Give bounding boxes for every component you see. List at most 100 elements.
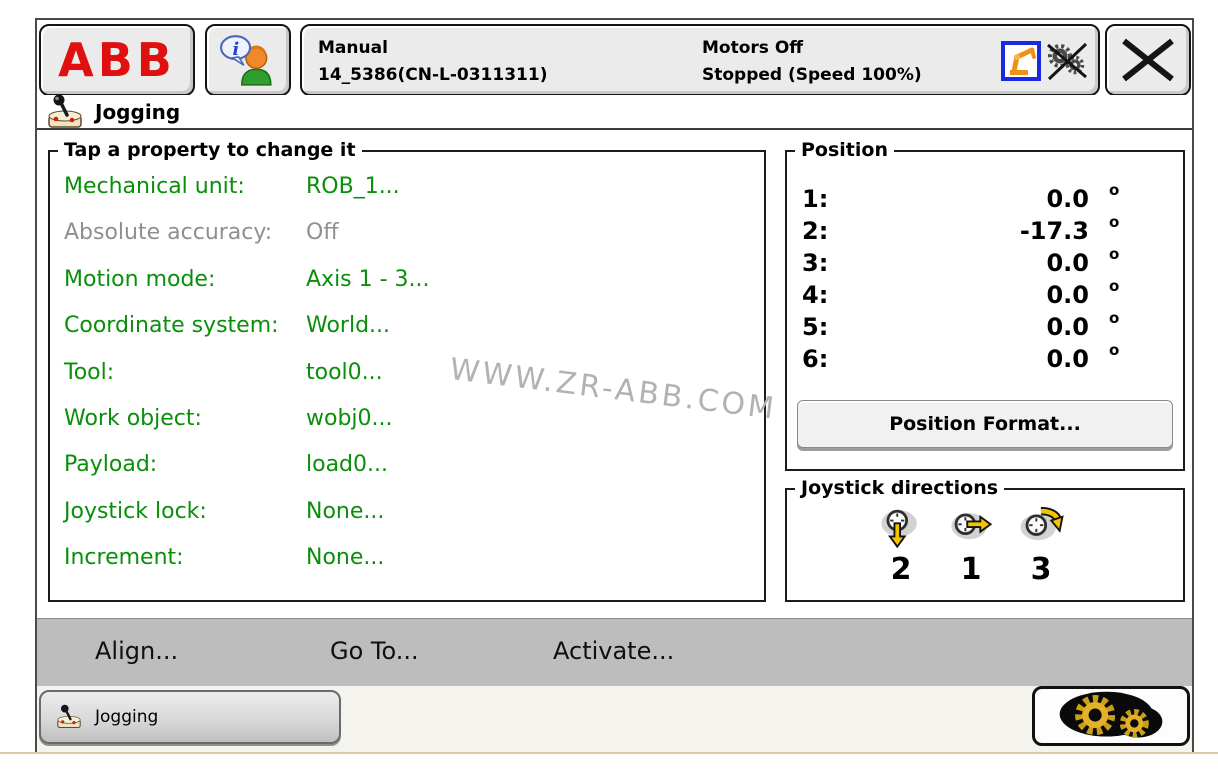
position-legend: Position (795, 139, 894, 161)
property-value: None... (306, 499, 384, 524)
axis-row-6: 6: 0.0 o (787, 345, 1183, 375)
svg-text:i: i (232, 39, 239, 60)
app-window: ABB i Manual 14_5386(CN-L-0311311) M (35, 18, 1194, 752)
axis-value: 0.0 (897, 345, 1089, 373)
property-value: Off (306, 220, 338, 245)
axis-row-5: 5: 0.0 o (787, 313, 1183, 343)
degree-unit: o (1109, 309, 1119, 327)
user-info-icon: i (219, 33, 277, 87)
joystick-direction-axis3: 3 (1007, 504, 1075, 586)
joystick-icon (45, 94, 85, 130)
property-coordinate-system[interactable]: Coordinate system: World... (64, 313, 754, 343)
position-format-button[interactable]: Position Format... (797, 400, 1173, 448)
property-joystick-lock[interactable]: Joystick lock: None... (64, 499, 754, 529)
property-value: None... (306, 545, 384, 570)
property-absolute-accuracy: Absolute accuracy: Off (64, 220, 754, 250)
axis-value: 0.0 (897, 249, 1089, 277)
status-bar[interactable]: Manual 14_5386(CN-L-0311311) Motors Off … (300, 24, 1100, 96)
align-button[interactable]: Align... (95, 637, 178, 665)
page-title: Jogging (95, 100, 180, 124)
axis-value: 0.0 (897, 185, 1089, 213)
property-label: Work object: (64, 406, 202, 431)
taskbar: Jogging (37, 686, 1192, 752)
property-increment[interactable]: Increment: None... (64, 545, 754, 575)
motor-state-block: Motors Off Stopped (Speed 100%) (702, 35, 922, 89)
screen: ABB i Manual 14_5386(CN-L-0311311) M (0, 0, 1218, 770)
joystick-direction-row: 2 1 (867, 504, 1075, 586)
view-title-bar: Jogging (37, 95, 1192, 130)
abb-menu-button[interactable]: ABB (39, 24, 195, 96)
property-mechanical-unit[interactable]: Mechanical unit: ROB_1... (64, 174, 754, 204)
property-label: Increment: (64, 545, 184, 570)
axis-row-3: 3: 0.0 o (787, 249, 1183, 279)
status-icons (1001, 41, 1088, 81)
joystick-direction-axis1: 1 (937, 504, 1005, 586)
main-menu-button[interactable]: i (205, 24, 291, 96)
property-label: Coordinate system: (64, 313, 279, 338)
joystick-axis-number: 3 (1031, 553, 1052, 586)
property-value: Axis 1 - 3... (306, 267, 430, 292)
degree-unit: o (1109, 213, 1119, 231)
joystick-direction-axis2: 2 (867, 504, 935, 586)
close-button[interactable] (1105, 24, 1191, 96)
joystick-rotate-icon (1013, 504, 1069, 552)
axis-row-2: 2: -17.3 o (787, 217, 1183, 247)
property-label: Absolute accuracy: (64, 220, 272, 245)
joystick-axis-number: 2 (891, 553, 912, 586)
joystick-down-icon (873, 504, 929, 552)
axis-row-1: 1: 0.0 o (787, 185, 1183, 215)
property-tool[interactable]: Tool: tool0... (64, 360, 754, 390)
axis-label: 4: (802, 281, 828, 309)
degree-unit: o (1109, 341, 1119, 359)
property-value: tool0... (306, 360, 383, 385)
action-bar: Align... Go To... Activate... (37, 618, 1192, 686)
property-value: World... (306, 313, 390, 338)
go-to-button[interactable]: Go To... (330, 637, 419, 665)
taskbar-tab-label: Jogging (95, 707, 158, 727)
property-motion-mode[interactable]: Motion mode: Axis 1 - 3... (64, 267, 754, 297)
joystick-directions-legend: Joystick directions (795, 477, 1004, 499)
joystick-right-icon (943, 504, 999, 552)
close-icon (1116, 36, 1180, 84)
axis-value: 0.0 (897, 281, 1089, 309)
property-work-object[interactable]: Work object: wobj0... (64, 406, 754, 436)
taskbar-tab-jogging[interactable]: Jogging (39, 690, 341, 744)
activate-button[interactable]: Activate... (553, 637, 674, 665)
abb-logo: ABB (58, 37, 176, 83)
axis-label: 5: (802, 313, 828, 341)
property-label: Joystick lock: (64, 499, 207, 524)
controller-name: 14_5386(CN-L-0311311) (318, 62, 547, 89)
properties-panel: Tap a property to change it Mechanical u… (48, 150, 766, 602)
axis-row-4: 4: 0.0 o (787, 281, 1183, 311)
quickset-button[interactable] (1032, 686, 1190, 746)
property-label: Tool: (64, 360, 114, 385)
property-value: ROB_1... (306, 174, 400, 199)
motors-off-gears-icon (1044, 41, 1088, 81)
position-panel: Position 1: 0.0 o 2: -17.3 o 3: 0.0 o 4:… (785, 150, 1185, 471)
property-value: load0... (306, 452, 388, 477)
property-label: Motion mode: (64, 267, 215, 292)
operator-mode-block: Manual 14_5386(CN-L-0311311) (318, 35, 547, 89)
property-payload[interactable]: Payload: load0... (64, 452, 754, 482)
axis-value: -17.3 (897, 217, 1089, 245)
axis-label: 1: (802, 185, 828, 213)
axis-label: 6: (802, 345, 828, 373)
axis-value: 0.0 (897, 313, 1089, 341)
joystick-icon (55, 704, 83, 730)
operator-mode: Manual (318, 35, 547, 62)
degree-unit: o (1109, 181, 1119, 199)
property-label: Mechanical unit: (64, 174, 245, 199)
degree-unit: o (1109, 245, 1119, 263)
joystick-directions-panel: Joystick directions 2 (785, 488, 1185, 602)
robot-unit-icon (1001, 41, 1041, 81)
properties-legend: Tap a property to change it (58, 139, 362, 161)
motor-state: Motors Off (702, 35, 922, 62)
joystick-axis-number: 1 (961, 553, 982, 586)
axis-label: 3: (802, 249, 828, 277)
degree-unit: o (1109, 277, 1119, 295)
bottom-divider (0, 752, 1218, 754)
property-label: Payload: (64, 452, 157, 477)
property-value: wobj0... (306, 406, 393, 431)
execution-state: Stopped (Speed 100%) (702, 62, 922, 89)
axis-label: 2: (802, 217, 828, 245)
